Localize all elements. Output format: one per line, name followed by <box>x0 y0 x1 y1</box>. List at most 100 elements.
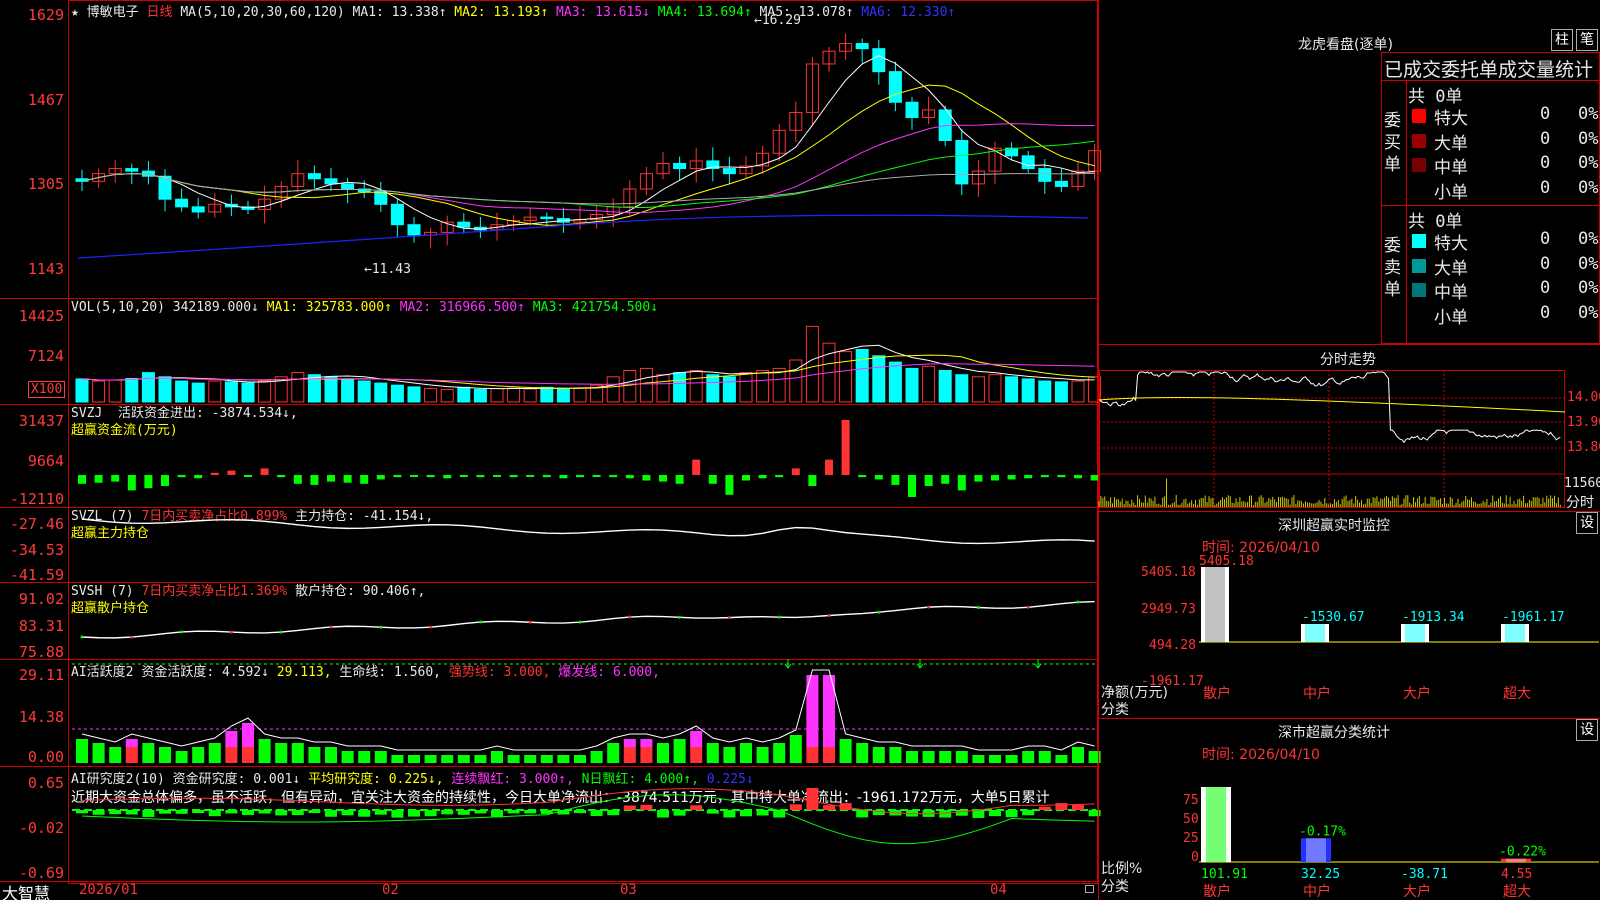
volume-bar <box>971 376 985 403</box>
lhb-row-name: 大单 <box>1434 258 1468 279</box>
flow-bar <box>758 475 767 479</box>
retail-dot <box>180 630 184 634</box>
flow-bar <box>874 475 883 480</box>
monitor-title: 深圳超赢实时监控 <box>1278 518 1390 534</box>
activity-bar <box>325 747 337 763</box>
activity-bar <box>291 743 304 763</box>
volume-bar <box>789 359 803 403</box>
volume-bar <box>473 388 487 403</box>
flow-bar <box>692 459 701 475</box>
classify-ylabel-1: 比例% <box>1101 861 1143 877</box>
svzj-y-1: 31437 <box>18 412 64 430</box>
activity-bar <box>540 755 553 763</box>
ai1-y-1: 29.11 <box>18 666 64 684</box>
lhb-row-pct: 0% <box>1578 153 1599 173</box>
volume-bar <box>175 380 189 403</box>
flow-bar <box>609 475 618 478</box>
volume-bar <box>92 380 106 403</box>
volume-bar <box>291 372 305 403</box>
buy-side-label: 委买单 <box>1384 111 1401 175</box>
flow-bar <box>177 475 186 478</box>
intraday-chart[interactable] <box>1098 370 1566 508</box>
candlestick-chart[interactable] <box>68 0 1102 298</box>
lhb-row-pct: 0% <box>1578 253 1599 274</box>
activity-bar <box>408 755 420 763</box>
volume-bar <box>324 376 338 403</box>
activity-bar <box>308 747 321 763</box>
activity-bar <box>258 739 271 763</box>
classify-settings-button[interactable]: 设 <box>1576 719 1598 741</box>
x-label-apr: 04 <box>990 882 1007 898</box>
activity-bar <box>1022 751 1035 763</box>
retail-dot <box>229 630 233 634</box>
research-bar <box>590 810 603 817</box>
lhb-row-pct: 0% <box>1578 229 1599 249</box>
research-bar <box>823 805 835 810</box>
retail-dot <box>279 630 283 634</box>
research-bar <box>989 810 1001 817</box>
monitor-category: 中户 <box>1303 685 1331 702</box>
activity-bar <box>906 751 918 763</box>
activity-bar <box>507 755 520 763</box>
lhb-tick-button[interactable]: 笔 <box>1576 29 1598 51</box>
research-bar <box>92 810 105 815</box>
classify-bar-shade <box>1306 838 1326 862</box>
activity-bar <box>92 743 105 763</box>
intraday-y-3: 13.86 <box>1567 440 1600 455</box>
activity-bar <box>706 743 719 763</box>
volume-bar <box>341 378 355 403</box>
monitor-y-3: 494.28 <box>1149 638 1196 653</box>
flow-bar <box>625 475 634 479</box>
legend-swatch <box>1412 109 1426 123</box>
activity-bar <box>1055 755 1068 763</box>
volume-bar <box>938 370 952 403</box>
classify-y-3: 25 <box>1183 831 1199 846</box>
classify-sep-top <box>1098 718 1600 719</box>
research-bar <box>1055 803 1068 810</box>
activity-bar <box>1038 751 1051 763</box>
monitor-bar-shade <box>1405 624 1425 642</box>
activity-bar <box>225 747 238 763</box>
lhb-row-name: 特大 <box>1434 109 1468 129</box>
ai1-y-3: 0.00 <box>27 748 64 766</box>
activity-bar <box>374 751 387 763</box>
classify-category: 中户 <box>1303 883 1331 900</box>
classify-date: 时间: 2026/04/10 <box>1202 747 1320 763</box>
flow-bar <box>94 475 103 483</box>
activity-bar <box>524 755 537 763</box>
main-y-3: 1305 <box>27 175 64 193</box>
x-label-feb: 02 <box>382 882 399 898</box>
classify-chart: 101.91散户 -0.17% 32.25中户 -38.71大户 -0.22% 4.55 超… <box>1199 787 1599 900</box>
candle-body <box>540 216 554 220</box>
volume-chart <box>75 325 1102 403</box>
activity-bar <box>623 747 636 763</box>
lhb-row-value: 0 <box>1540 153 1551 173</box>
monitor-settings-button[interactable]: 设 <box>1576 512 1598 534</box>
volume-bar <box>623 370 637 403</box>
lhb-bar-button[interactable]: 柱 <box>1551 29 1573 51</box>
research-bar <box>623 805 636 810</box>
candle-body <box>324 178 338 185</box>
candle-body <box>888 71 902 103</box>
lhb-row-pct: 0% <box>1578 177 1599 198</box>
volume-bar <box>141 372 155 403</box>
research-bar <box>690 805 703 810</box>
activity-bar <box>856 743 869 763</box>
research-bar <box>856 810 869 818</box>
research-bar <box>640 804 653 810</box>
sep-xaxis <box>0 881 1098 882</box>
activity-bar <box>341 751 354 763</box>
lock-icon[interactable] <box>1085 885 1094 893</box>
flow-bar <box>1074 475 1082 479</box>
activity-bar <box>391 755 404 763</box>
volume-bar <box>1038 380 1052 403</box>
candle-body <box>1054 180 1068 187</box>
flow-bar <box>459 475 468 477</box>
svzl-chart <box>81 518 1095 545</box>
research-bar <box>291 810 304 816</box>
retail-dot <box>528 620 532 624</box>
volume-bar <box>540 386 554 403</box>
activity-bar <box>789 735 802 763</box>
flow-bar <box>327 475 335 482</box>
research-bar <box>723 810 736 818</box>
